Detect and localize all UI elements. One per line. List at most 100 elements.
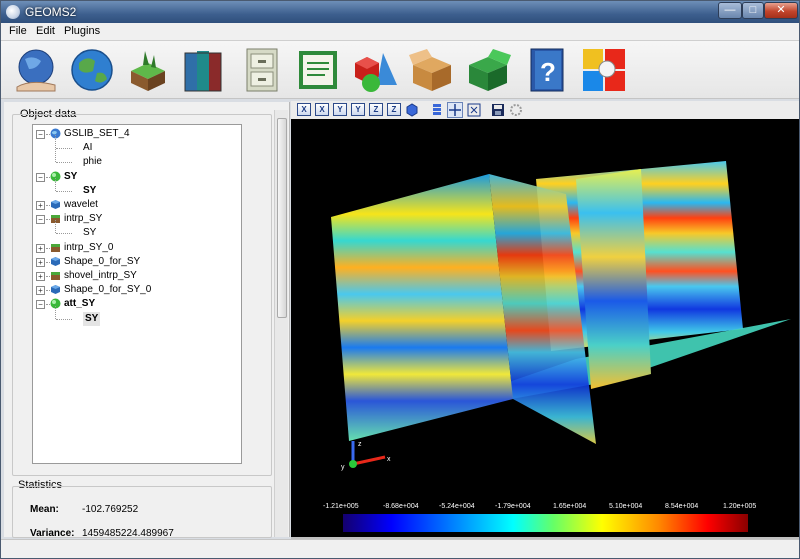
left-panel-scrollbar[interactable] (274, 110, 288, 537)
tree-item[interactable]: − SY (33, 170, 241, 184)
tree-item-label: GSLIB_SET_4 (64, 128, 130, 139)
layers-icon[interactable] (431, 103, 443, 117)
view-y-pos-button[interactable]: Y (351, 103, 365, 116)
cube-icon (50, 256, 61, 267)
view-x-neg-button[interactable]: X (297, 103, 311, 116)
colorbar-label-5: 1.65e+004 (553, 503, 587, 510)
colorbar (343, 514, 748, 532)
cube-icon (50, 284, 61, 295)
main-toolbar: ? (1, 41, 799, 99)
cube-icon (50, 199, 61, 210)
report-icon[interactable] (293, 45, 343, 95)
iso-view-icon[interactable] (405, 103, 419, 117)
title-bar[interactable]: GEOMS2 — □ ✕ (1, 1, 799, 23)
shapes-icon[interactable] (351, 45, 401, 95)
save-icon[interactable] (491, 103, 505, 117)
tree-connector (56, 233, 72, 235)
tree-item[interactable]: − att_SY (33, 297, 241, 311)
pan-icon[interactable] (447, 102, 463, 118)
tree-item-label: SY (83, 227, 97, 239)
tree-item[interactable]: + shovel_intrp_SY (33, 269, 241, 283)
collapse-icon[interactable]: − (36, 172, 45, 182)
colorbar-label-8: 1.20e+005 (723, 503, 757, 510)
fit-view-icon[interactable] (467, 103, 481, 117)
axis-y-label: y (341, 464, 345, 471)
tree-item[interactable]: + Shape_0_for_SY_0 (33, 283, 241, 297)
view-z-pos-button[interactable]: Z (387, 103, 401, 116)
3d-viewport[interactable]: z y x -1.21e+005 -8.68e+004 -5.24e+004 -… (291, 119, 799, 539)
menu-edit[interactable]: Edit (36, 25, 55, 37)
tree-connector (55, 220, 56, 234)
terrain-block-icon[interactable] (123, 45, 173, 95)
tree-connector (55, 149, 56, 163)
slice-front-left (331, 174, 513, 441)
svg-text:?: ? (540, 57, 556, 87)
mean-label: Mean: (30, 504, 59, 515)
view-x-pos-button[interactable]: X (315, 103, 329, 116)
tree-item[interactable]: − intrp_SY (33, 212, 241, 226)
tree-item[interactable]: SY (33, 305, 241, 326)
collapse-icon[interactable]: − (36, 215, 45, 225)
books-icon[interactable] (179, 45, 229, 95)
plugins-tiles-icon[interactable] (579, 45, 629, 95)
tree-item[interactable]: + intrp_SY_0 (33, 241, 241, 255)
expand-icon[interactable]: + (36, 257, 45, 267)
menu-file[interactable]: File (9, 25, 27, 37)
tree-item-label: wavelet (64, 199, 98, 210)
tree-item-label: shovel_intrp_SY (64, 270, 137, 281)
app-globe-icon (6, 5, 20, 19)
app-window: GEOMS2 — □ ✕ File Edit Plugins ? Object … (0, 0, 800, 559)
axis-x-label: x (387, 456, 391, 463)
open-box-icon[interactable] (407, 45, 457, 95)
tree-item-label: SY (83, 184, 97, 196)
colorbar-label-4: -1.79e+004 (495, 503, 531, 510)
tree-item-label: att_SY (64, 298, 96, 310)
tree-item[interactable]: + wavelet (33, 198, 241, 212)
collapse-icon[interactable]: − (36, 130, 45, 139)
tree-connector (56, 162, 72, 164)
axes-triad: z y x (341, 441, 391, 471)
tree-item[interactable]: SY (33, 220, 241, 240)
view-z-neg-button[interactable]: Z (369, 103, 383, 116)
expand-icon[interactable]: + (36, 201, 45, 210)
help-book-icon[interactable]: ? (523, 45, 573, 95)
colorbar-label-1: -1.21e+005 (323, 503, 359, 510)
menu-bar: File Edit Plugins (1, 23, 799, 41)
settings-icon[interactable] (509, 103, 523, 117)
tree-item-label: intrp_SY_0 (64, 241, 114, 253)
globe-icon[interactable] (67, 45, 117, 95)
tree-item[interactable]: − GSLIB_SET_4 (33, 127, 241, 141)
close-button[interactable]: ✕ (764, 2, 798, 19)
tree-item[interactable]: SY (33, 177, 241, 198)
expand-icon[interactable]: + (36, 243, 45, 253)
tree-item[interactable]: AI (33, 135, 241, 155)
tree-item-label: AI (83, 142, 93, 154)
mean-value: -102.769252 (82, 504, 139, 515)
cabinet-icon[interactable] (237, 45, 287, 95)
tree-item-label: SY (64, 170, 78, 182)
hand-globe-icon[interactable] (11, 45, 61, 95)
minimize-button[interactable]: — (718, 2, 742, 19)
colorbar-label-6: 5.10e+004 (609, 503, 643, 510)
left-panel: Object data − GSLIB_SET_4 AI phie − SY SY + wave… (4, 102, 290, 539)
colorbar-label-2: -8.68e+004 (383, 503, 419, 510)
view-y-neg-button[interactable]: Y (333, 103, 347, 116)
axis-z-label: z (358, 441, 362, 448)
seismic-volume-render: z y x (331, 161, 791, 471)
scrollbar-thumb[interactable] (277, 118, 287, 318)
object-tree[interactable]: − GSLIB_SET_4 AI phie − SY SY + wavelet − intrp_SY… (32, 124, 242, 464)
menu-plugins[interactable]: Plugins (64, 25, 100, 37)
expand-icon[interactable]: + (36, 272, 45, 281)
tree-connector (55, 305, 56, 319)
tree-item[interactable]: phie (33, 149, 241, 169)
tree-item[interactable]: + Shape_0_for_SY (33, 255, 241, 269)
status-bar (1, 539, 799, 558)
maximize-button[interactable]: □ (742, 2, 764, 19)
collapse-icon[interactable]: − (36, 300, 45, 310)
green-box-icon[interactable] (463, 45, 513, 95)
tree-item-label: intrp_SY (64, 213, 103, 225)
tree-connector (56, 148, 72, 150)
view-toolbar: X X Y Y Z Z (291, 101, 799, 119)
expand-icon[interactable]: + (36, 286, 45, 296)
window-title: GEOMS2 (25, 5, 77, 19)
